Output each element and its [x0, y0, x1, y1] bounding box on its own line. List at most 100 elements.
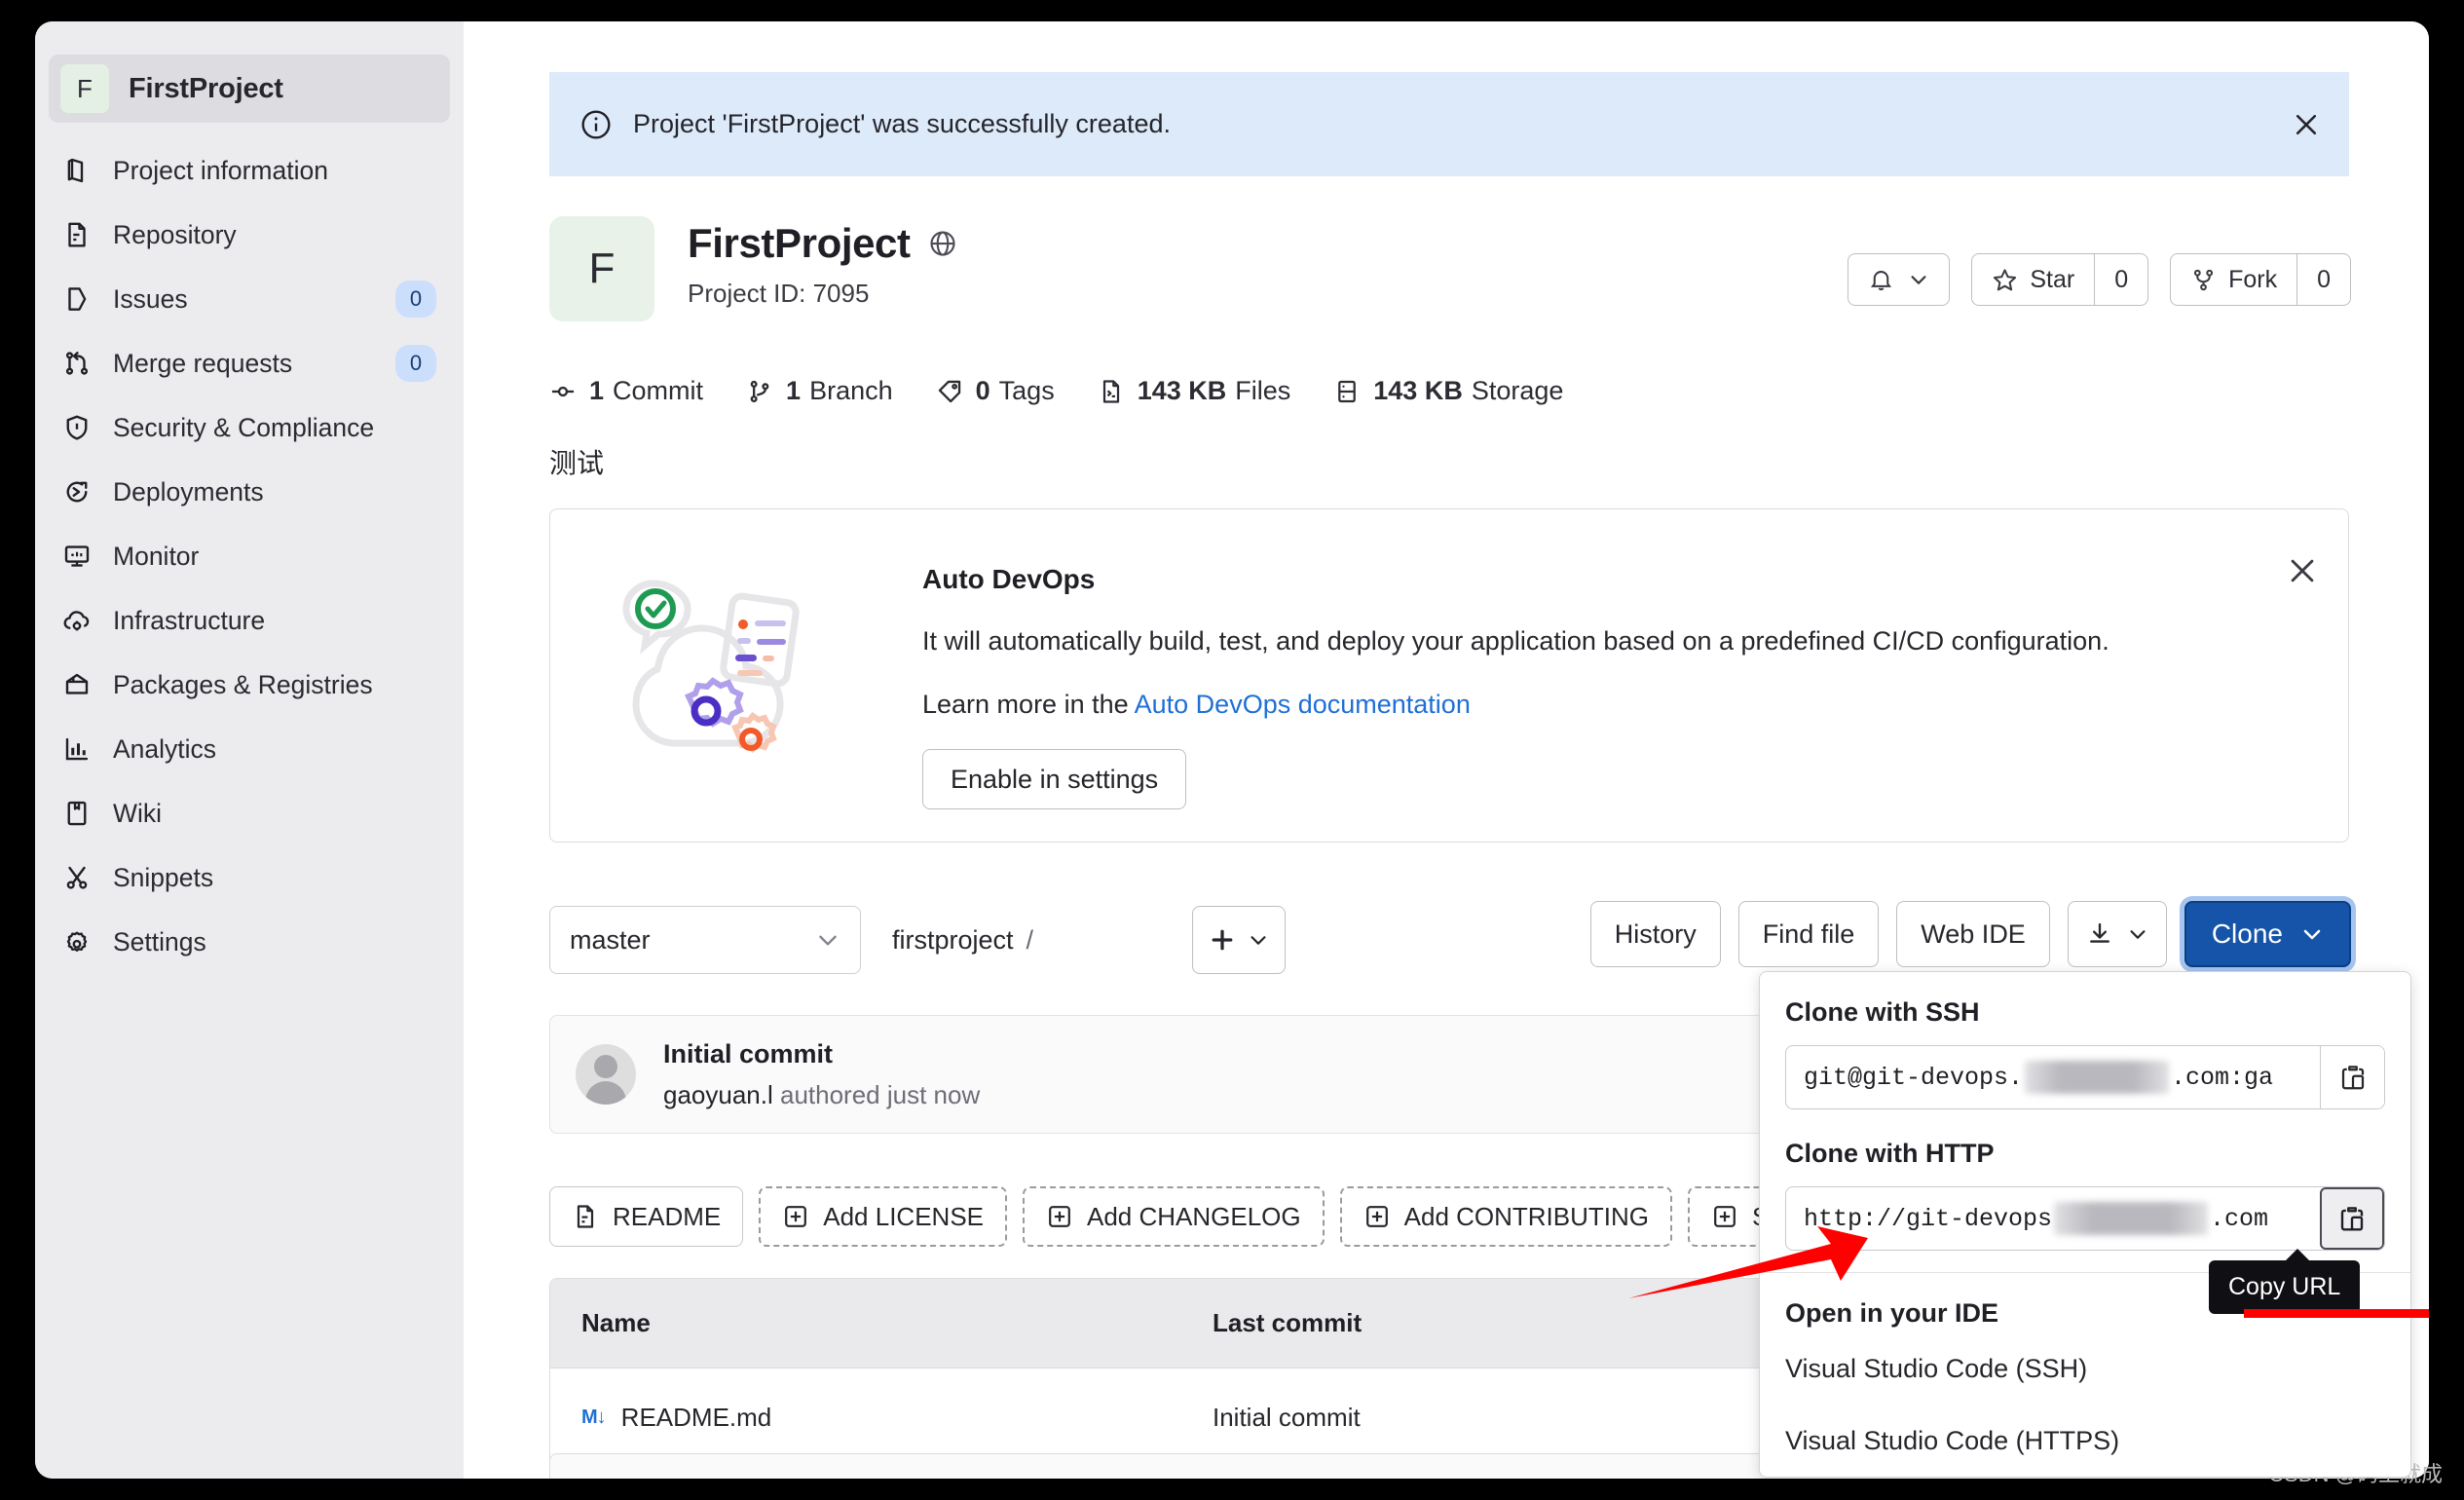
alert-message: Project 'FirstProject' was successfully …: [633, 109, 1171, 138]
commit-meta: gaoyuan.l authored just now: [663, 1080, 980, 1110]
sidebar-item-repository[interactable]: Repository: [35, 203, 464, 267]
sidebar-item-project-information[interactable]: Project information: [35, 138, 464, 203]
file-name[interactable]: README.md: [621, 1403, 772, 1433]
ide-option-vscode-https[interactable]: Visual Studio Code (HTTPS): [1760, 1408, 2410, 1473]
project-stats: 1 Commit 1 Branch 0 Tags 143 KB Files 143 KB Stor…: [549, 376, 1606, 406]
project-header-actions: Star 0 Fork 0: [1826, 253, 2351, 306]
auto-devops-learn-more: Learn more in the Auto DevOps documentat…: [922, 690, 2270, 720]
stat-unit: Commit: [613, 376, 704, 405]
fork-button[interactable]: Fork 0: [2170, 253, 2351, 306]
auto-devops-doc-link[interactable]: Auto DevOps documentation: [1135, 690, 1471, 719]
file-action-add-license[interactable]: Add LICENSE: [759, 1186, 1007, 1247]
shield-icon: [60, 411, 93, 444]
sidebar-item-security-compliance[interactable]: Security & Compliance: [35, 395, 464, 460]
notification-button[interactable]: [1848, 253, 1951, 306]
sidebar-item-label: Snippets: [113, 862, 214, 892]
sidebar-item-analytics[interactable]: Analytics: [35, 717, 464, 781]
success-alert: Project 'FirstProject' was successfully …: [549, 72, 2349, 176]
sidebar-item-packages-registries[interactable]: Packages & Registries: [35, 653, 464, 717]
find-file-button[interactable]: Find file: [1737, 901, 1880, 967]
sidebar-item-monitor[interactable]: Monitor: [35, 524, 464, 588]
project-avatar: F: [549, 216, 654, 321]
clone-ssh-url[interactable]: git@git-devops. .com:ga: [1786, 1046, 2320, 1108]
auto-devops-close-icon[interactable]: [2286, 554, 2319, 587]
learn-prefix: Learn more in the: [922, 690, 1135, 719]
stat-tags[interactable]: 0 Tags: [936, 376, 1055, 406]
chevron-down-icon: [2303, 929, 2321, 940]
enable-in-settings-button[interactable]: Enable in settings: [922, 749, 1187, 809]
sidebar-project-header[interactable]: F FirstProject: [49, 55, 450, 123]
project-information-icon: [60, 154, 93, 187]
ssh-url-prefix: git@git-devops.: [1804, 1063, 2024, 1092]
http-url-suffix: .com: [2210, 1204, 2269, 1233]
stat-value: 0: [975, 376, 990, 405]
sidebar-item-label: Infrastructure: [113, 605, 266, 635]
monitor-icon: [60, 540, 93, 573]
info-icon: [580, 109, 612, 140]
clone-button[interactable]: Clone: [2184, 901, 2351, 967]
breadcrumb: firstproject /: [892, 906, 1046, 974]
breadcrumb-separator: /: [1026, 924, 1034, 955]
sidebar-item-snippets[interactable]: Snippets: [35, 845, 464, 910]
sidebar-item-settings[interactable]: Settings: [35, 910, 464, 974]
stat-branch[interactable]: 1 Branch: [746, 376, 893, 406]
sidebar-project-avatar: F: [60, 64, 109, 113]
star-button[interactable]: Star 0: [1971, 253, 2149, 306]
file-action-add-changelog[interactable]: Add CHANGELOG: [1023, 1186, 1325, 1247]
sidebar-item-issues[interactable]: Issues 0: [35, 267, 464, 331]
fork-label: Fork: [2228, 265, 2278, 293]
history-button[interactable]: History: [1589, 901, 1721, 967]
sidebar-item-label: Packages & Registries: [113, 669, 373, 699]
file-action-label: Add LICENSE: [823, 1201, 984, 1231]
sidebar-item-wiki[interactable]: Wiki: [35, 781, 464, 845]
commit-title[interactable]: Initial commit: [663, 1039, 980, 1069]
star-count[interactable]: 0: [2094, 254, 2147, 305]
sidebar-item-infrastructure[interactable]: Infrastructure: [35, 588, 464, 653]
clone-http-heading: Clone with HTTP: [1785, 1139, 1995, 1168]
close-icon[interactable]: [2289, 107, 2324, 142]
project-title-text: FirstProject: [688, 220, 911, 266]
sidebar-item-deployments[interactable]: Deployments: [35, 460, 464, 524]
branch-selector[interactable]: master: [549, 906, 861, 974]
ide-option-vscode-ssh[interactable]: Visual Studio Code (SSH): [1760, 1336, 2410, 1401]
merge-requests-icon: [60, 347, 93, 380]
file-action-buttons: README Add LICENSE Add CHANGELOG Add CONTRI…: [549, 1186, 1808, 1247]
breadcrumb-root[interactable]: firstproject: [892, 925, 1014, 956]
file-action-readme[interactable]: README: [549, 1186, 744, 1247]
stat-files[interactable]: 143 KB Files: [1098, 376, 1290, 406]
copy-url-button[interactable]: [2320, 1187, 2384, 1250]
repo-toolbar-actions: History Find file Web IDE Clone: [1573, 901, 2351, 967]
sidebar-item-merge-requests[interactable]: Merge requests 0: [35, 331, 464, 395]
plus-square-icon: [1046, 1203, 1073, 1230]
sidebar-item-label: Security & Compliance: [113, 412, 375, 442]
sidebar-nav: Project information Repository Issues 0 Merg…: [35, 138, 464, 974]
stat-commit[interactable]: 1 Commit: [549, 376, 703, 406]
package-icon: [60, 668, 93, 701]
repository-icon: [60, 218, 93, 251]
chevron-down-icon: [815, 927, 840, 953]
clone-label: Clone: [2211, 919, 2283, 949]
auto-devops-description: It will automatically build, test, and d…: [922, 626, 2109, 656]
sidebar-item-label: Merge requests: [113, 348, 293, 378]
copy-icon[interactable]: [2320, 1046, 2384, 1108]
sidebar-item-label: Wiki: [113, 798, 163, 828]
plus-square-icon: [782, 1203, 809, 1230]
download-button[interactable]: [2067, 901, 2167, 967]
download-icon: [2089, 922, 2109, 943]
bell-icon[interactable]: [1848, 254, 1949, 305]
file-action-label: Add CONTRIBUTING: [1403, 1201, 1650, 1231]
analytics-chart-icon: [60, 732, 93, 766]
stat-storage[interactable]: 143 KB Storage: [1333, 376, 1563, 406]
commit-author[interactable]: gaoyuan.l: [663, 1080, 773, 1109]
plus-icon: [1212, 929, 1233, 951]
fork-count[interactable]: 0: [2296, 254, 2350, 305]
stat-value: 143 KB: [1137, 376, 1227, 405]
stat-unit: Tags: [998, 376, 1055, 405]
auto-devops-card: Auto DevOps It will automatically build,…: [549, 508, 2349, 843]
add-to-repo-button[interactable]: [1192, 906, 1286, 974]
web-ide-button[interactable]: Web IDE: [1896, 901, 2050, 967]
clone-ssh-field[interactable]: git@git-devops. .com:ga: [1785, 1045, 2385, 1109]
sidebar-item-label: Deployments: [113, 476, 264, 506]
stat-value: 1: [786, 376, 802, 405]
stat-value: 143 KB: [1373, 376, 1463, 405]
